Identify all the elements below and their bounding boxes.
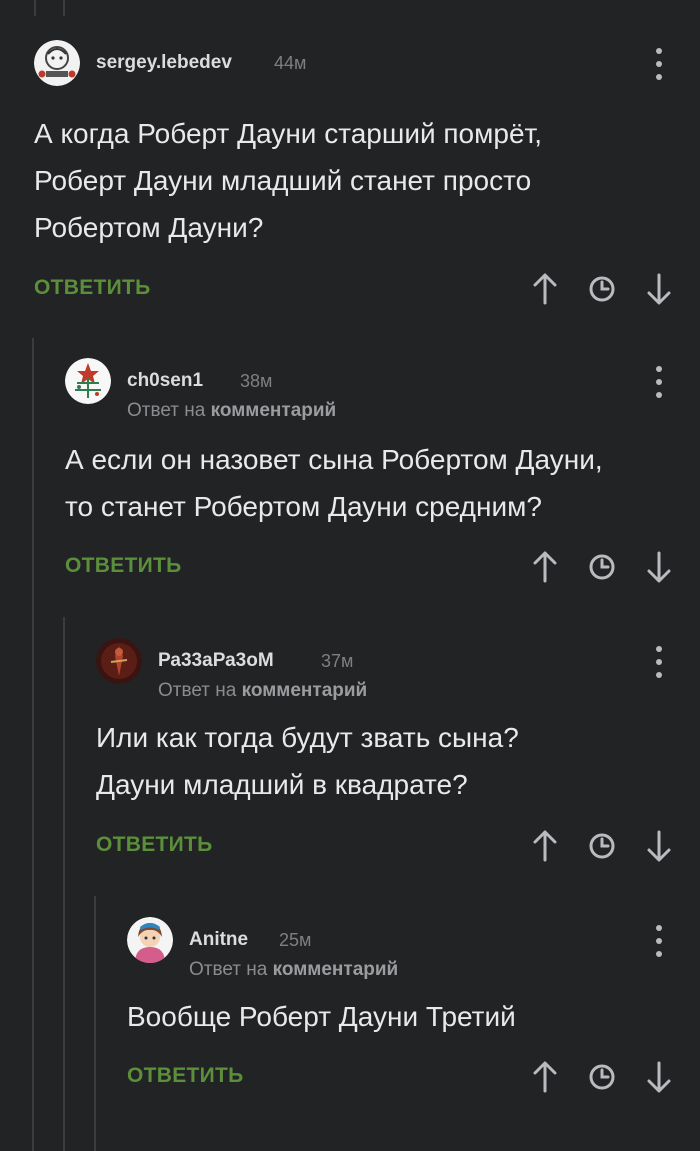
arrow-up-icon[interactable] [530, 271, 560, 307]
comment: ch0sen1 38м Ответ на комментарий А если … [65, 358, 700, 589]
reply-to-prefix: Ответ на [158, 680, 237, 701]
comment-text-line: Дауни младший в квадрате? [96, 769, 468, 800]
thread-line [32, 338, 34, 1151]
more-vertical-icon[interactable] [654, 925, 664, 957]
comment: sergey.lebedev 44м А когда Роберт Дауни … [34, 40, 700, 311]
reply-to-info: Ответ на комментарий [158, 680, 367, 702]
reply-button[interactable]: ОТВЕТИТЬ [96, 833, 213, 857]
arrow-down-icon[interactable] [644, 271, 674, 307]
reply-to-link[interactable]: комментарий [273, 959, 399, 980]
timestamp: 38м [240, 371, 273, 391]
arrow-down-icon[interactable] [644, 549, 674, 585]
username[interactable]: ch0sen1 [127, 370, 203, 392]
more-vertical-icon[interactable] [654, 48, 664, 80]
comment-actions: ОТВЕТИТЬ [127, 1059, 700, 1099]
clock-icon[interactable] [587, 549, 617, 585]
more-vertical-icon[interactable] [654, 646, 664, 678]
reply-to-prefix: Ответ на [127, 400, 206, 421]
comment: Anitne 25м Ответ на комментарий Вообще Р… [127, 917, 700, 1099]
reply-to-prefix: Ответ на [189, 959, 268, 980]
arrow-up-icon[interactable] [530, 1059, 560, 1095]
timestamp: 37м [321, 651, 354, 671]
comment-text-line: Робертом Дауни? [34, 212, 264, 243]
comment-header: ch0sen1 38м Ответ на комментарий [65, 358, 700, 436]
thread-line [63, 617, 65, 1151]
clock-icon[interactable] [587, 1059, 617, 1095]
thread-line [94, 896, 96, 1151]
avatar[interactable] [65, 358, 111, 404]
timestamp: 25м [279, 930, 312, 950]
reply-to-info: Ответ на комментарий [127, 400, 336, 422]
comment-text-line: Роберт Дауни младший станет просто [34, 165, 532, 196]
reply-to-info: Ответ на комментарий [189, 959, 398, 981]
thread-line [34, 0, 36, 16]
comment-actions: ОТВЕТИТЬ [96, 828, 700, 868]
comment-header: Ра33аРа3оМ 37м Ответ на комментарий [96, 638, 700, 714]
reply-button[interactable]: ОТВЕТИТЬ [65, 554, 182, 578]
reply-to-link[interactable]: комментарий [211, 400, 337, 421]
reply-to-link[interactable]: комментарий [242, 680, 368, 701]
avatar[interactable] [34, 40, 80, 86]
comment-actions: ОТВЕТИТЬ [34, 271, 700, 311]
comment-text-line: то станет Робертом Дауни средним? [65, 491, 542, 522]
more-vertical-icon[interactable] [654, 366, 664, 398]
clock-icon[interactable] [587, 828, 617, 864]
clock-icon[interactable] [587, 271, 617, 307]
timestamp: 44м [274, 53, 307, 73]
reply-button[interactable]: ОТВЕТИТЬ [127, 1064, 244, 1088]
arrow-down-icon[interactable] [644, 828, 674, 864]
comment-text-line: А когда Роберт Дауни старший помрёт, [34, 118, 543, 149]
comment-text-line: А если он назовет сына Робертом Дауни, [65, 444, 603, 475]
comment-text: Вообще Роберт Дауни Третий [127, 993, 700, 1040]
reply-button[interactable]: ОТВЕТИТЬ [34, 276, 151, 300]
arrow-down-icon[interactable] [644, 1059, 674, 1095]
comment-text: А когда Роберт Дауни старший помрёт, Роб… [34, 110, 700, 251]
comment-actions: ОТВЕТИТЬ [65, 549, 700, 589]
comment-text-line: Или как тогда будут звать сына? [96, 722, 519, 753]
thread-line [63, 0, 65, 16]
avatar[interactable] [96, 638, 142, 684]
comment-text: А если он назовет сына Робертом Дауни, т… [65, 436, 700, 530]
username[interactable]: sergey.lebedev [96, 52, 232, 74]
arrow-up-icon[interactable] [530, 828, 560, 864]
avatar[interactable] [127, 917, 173, 963]
comment-text: Или как тогда будут звать сына? Дауни мл… [96, 714, 700, 808]
comment-text-line: Вообще Роберт Дауни Третий [127, 1001, 516, 1032]
comment-header: Anitne 25м Ответ на комментарий [127, 917, 700, 993]
arrow-up-icon[interactable] [530, 549, 560, 585]
username[interactable]: Ра33аРа3оМ [158, 650, 274, 672]
comment-header: sergey.lebedev 44м [34, 40, 700, 110]
username[interactable]: Anitne [189, 929, 248, 951]
comment: Ра33аРа3оМ 37м Ответ на комментарий Или … [96, 638, 700, 868]
